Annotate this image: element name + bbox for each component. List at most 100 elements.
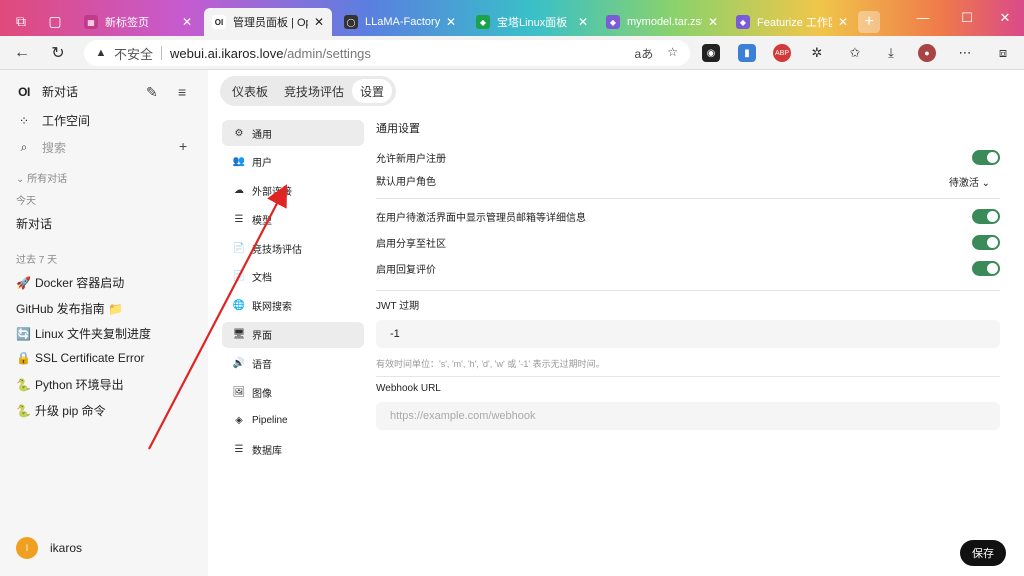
settings-nav-audio[interactable]: 🔊 语音 [222, 350, 364, 376]
close-window-icon[interactable]: ✕ [990, 10, 1020, 26]
general-settings-panel: 通用设置 允许新用户注册 默认用户角色 待激活 ⌄ 在用户待激活界面中显示管理员… [376, 120, 1000, 430]
chat-item[interactable]: GitHub 发布指南 📁 [16, 300, 123, 317]
close-tab-icon[interactable]: ✕ [314, 15, 324, 29]
settings-nav-images[interactable]: 🖼 图像 [222, 379, 364, 405]
gear-icon: ⚙ [234, 127, 244, 139]
default-role-select[interactable]: 待激活 ⌄ [949, 174, 990, 189]
favorites-icon[interactable]: ✩ [846, 44, 864, 62]
maximize-icon[interactable]: ☐ [952, 10, 982, 26]
divider [376, 376, 1000, 377]
extensions-puzzle-icon[interactable]: ✲ [808, 44, 826, 62]
close-tab-icon[interactable]: ✕ [182, 15, 192, 29]
show-admin-details-toggle[interactable] [972, 209, 1000, 224]
back-icon[interactable]: ← [10, 42, 34, 64]
close-tab-icon[interactable]: ✕ [446, 15, 456, 29]
chat-item[interactable]: 🚀 Docker 容器启动 [16, 274, 124, 291]
read-aloud-icon[interactable]: aあ [635, 45, 654, 62]
chat-item-today[interactable]: 新对话 [16, 215, 52, 232]
chat-item[interactable]: 🐍 升级 pip 命令 [16, 402, 106, 419]
webhook-label: Webhook URL [376, 383, 441, 394]
settings-nav-evaluations[interactable]: 📄 竞技场评估 [222, 235, 364, 261]
tab-favicon-icon: ◆ [476, 15, 490, 29]
add-folder-icon[interactable]: + [179, 138, 187, 154]
close-tab-icon[interactable]: ✕ [838, 15, 848, 29]
refresh-icon[interactable]: ↻ [46, 42, 70, 64]
globe-icon: 🌐 [232, 300, 246, 312]
jwt-label: JWT 过期 [376, 301, 420, 312]
jwt-expiry-input[interactable]: -1 [376, 320, 1000, 348]
rating-toggle[interactable] [972, 261, 1000, 276]
tab-actions-icon[interactable]: ▢ [44, 10, 66, 32]
browser-tab-newtab[interactable]: ▦ 新标签页 ✕ [76, 8, 200, 36]
url-separator [161, 46, 163, 60]
url-bar[interactable]: ▲ 不安全 webui.ai.ikaros.love/admin/setting… [84, 40, 690, 66]
stack-icon: ☰ [234, 213, 244, 225]
divider [376, 198, 1000, 199]
default-role-row: 默认用户角色 待激活 ⌄ [376, 169, 1000, 192]
warning-icon[interactable]: ▲ [94, 46, 108, 60]
save-button[interactable]: 保存 [960, 540, 1006, 566]
snake-icon: 🐍 [16, 377, 31, 392]
extension-adblock-icon[interactable]: ABP [773, 44, 791, 62]
chat-item[interactable]: 🔒 SSL Certificate Error [16, 351, 145, 365]
close-tab-icon[interactable]: ✕ [578, 15, 588, 29]
settings-nav-users[interactable]: 👥 用户 [222, 149, 364, 175]
image-icon: 🖼 [232, 386, 246, 398]
tab-favicon-icon: ◆ [736, 15, 750, 29]
profile-avatar-icon[interactable]: ● [918, 44, 936, 62]
workspaces-icon[interactable]: ⧉ [10, 10, 32, 32]
extension-bookmark-icon[interactable]: ▮ [738, 44, 756, 62]
all-chats-toggle[interactable]: ⌄ 所有对话 [16, 170, 67, 185]
cloud-icon: ☁ [234, 185, 244, 197]
chat-item[interactable]: 🔄 Linux 文件夹复制进度 [16, 325, 151, 342]
browser-tab-llama[interactable]: ◯ LLaMA-Factory/dat ✕ [336, 8, 464, 36]
more-menu-icon[interactable]: ⋯ [956, 44, 974, 62]
jwt-hint: 有效时间单位：'s', 'm', 'h', 'd', 'w' 或 '-1' 表示… [376, 359, 605, 369]
sidebar-toggle-icon[interactable]: ⧈ [994, 44, 1012, 62]
browser-tab-baota[interactable]: ◆ 宝塔Linux面板 ✕ [468, 8, 596, 36]
tab-favicon-icon: ▦ [84, 15, 98, 29]
settings-nav-connections[interactable]: ☁ 外部连接 [222, 178, 364, 204]
close-tab-icon[interactable]: ✕ [708, 15, 718, 29]
allow-signup-toggle[interactable] [972, 150, 1000, 165]
refresh-emoji-icon: 🔄 [16, 326, 31, 341]
browser-tab-featurize[interactable]: ◆ Featurize 工作区 ✕ [728, 8, 856, 36]
browser-tab-admin[interactable]: OI 管理员面板 | Open ✕ [204, 8, 332, 36]
settings-nav-documents[interactable]: 📄 文档 [222, 264, 364, 290]
browser-tab-bar: ⧉ ▢ ▦ 新标签页 ✕ OI 管理员面板 | Open ✕ ◯ LLaMA-F… [0, 0, 1024, 40]
webhook-url-input[interactable]: https://example.com/webhook [376, 402, 1000, 430]
settings-nav-database[interactable]: ☰ 数据库 [222, 437, 364, 463]
edit-icon[interactable]: ✎ [146, 84, 158, 101]
extension-tampermonkey-icon[interactable]: ◉ [702, 44, 720, 62]
tab-settings[interactable]: 设置 [352, 79, 393, 103]
workspace-link[interactable]: ⁘ 工作空间 [16, 112, 90, 129]
lock-icon: 🔒 [16, 351, 31, 365]
menu-icon[interactable]: ≡ [178, 84, 186, 100]
tab-title: Featurize 工作区 [757, 17, 832, 29]
new-tab-button[interactable]: + [858, 11, 880, 33]
settings-nav-web-search[interactable]: 🌐 联网搜索 [222, 293, 364, 319]
last7-heading: 过去 7 天 [16, 255, 58, 266]
user-menu[interactable]: I ikaros [16, 537, 82, 559]
community-share-row: 启用分享至社区 [376, 231, 1000, 254]
downloads-icon[interactable]: ⤓ [882, 44, 900, 62]
tab-title: 新标签页 [105, 17, 149, 29]
browser-tab-mymodel[interactable]: ◆ mymodel.tar.zst ✕ [598, 8, 726, 36]
settings-nav-general[interactable]: ⚙ 通用 [222, 120, 364, 146]
community-share-label: 启用分享至社区 [376, 239, 446, 250]
tab-dashboard[interactable]: 仪表板 [224, 79, 276, 103]
tab-evaluations[interactable]: 竞技场评估 [276, 79, 352, 103]
database-icon: ☰ [234, 444, 244, 456]
search-chats[interactable]: ⌕ 搜索 [16, 139, 66, 156]
favorite-star-icon[interactable]: ☆ [667, 45, 678, 62]
document-icon: 📄 [232, 271, 246, 283]
chat-item[interactable]: 🐍 Python 环境导出 [16, 376, 124, 393]
community-share-toggle[interactable] [972, 235, 1000, 250]
url-path: /admin/settings [283, 45, 371, 61]
settings-nav-models[interactable]: ☰ 模型 [222, 206, 364, 232]
minimize-icon[interactable]: — [908, 10, 938, 25]
settings-nav-interface[interactable]: 🖥 界面 [222, 321, 364, 348]
new-chat-button[interactable]: OI 新对话 [16, 83, 78, 100]
settings-nav-pipeline[interactable]: ◈ Pipeline [222, 408, 364, 434]
new-chat-label: 新对话 [42, 85, 79, 99]
